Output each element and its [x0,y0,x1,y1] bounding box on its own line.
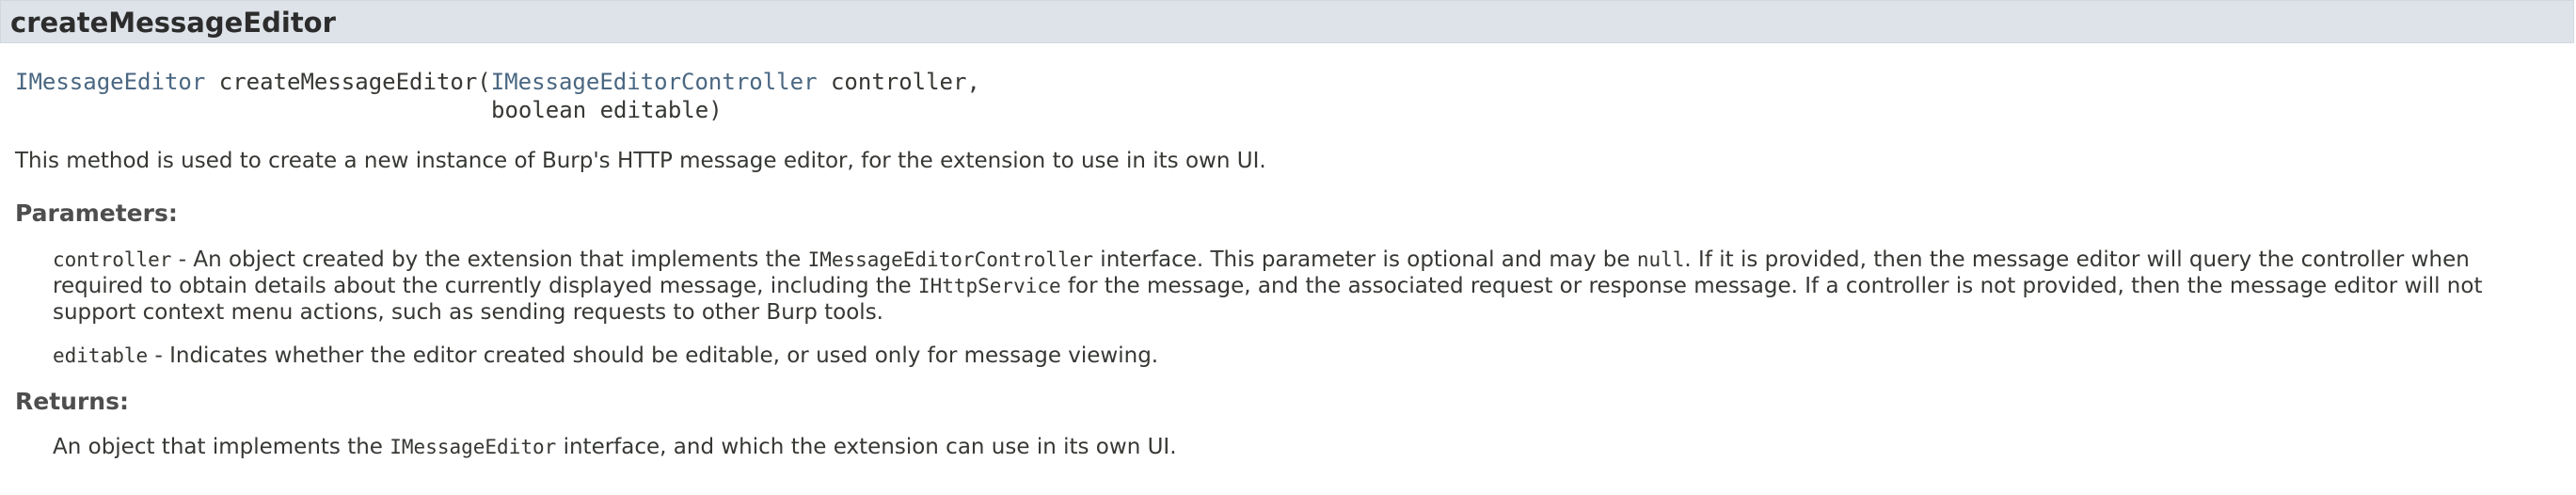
signature-line-2: boolean editable) [491,97,723,123]
returns-description: An object that implements the IMessageEd… [53,435,1177,459]
method-name-text: createMessageEditor( [218,69,491,95]
returns-heading: Returns: [15,388,129,415]
param-name: editable [53,344,149,367]
return-type-link[interactable]: IMessageEditor [15,69,205,95]
code-ref: IMessageEditorController [807,248,1093,271]
method-signature: IMessageEditor createMessageEditor(IMess… [15,68,980,124]
code-ref: IHttpService [917,275,1061,297]
parameter-editable: editable - Indicates whether the editor … [53,343,1159,368]
parameter-controller: controller - An object created by the ex… [53,248,2483,325]
method-title: createMessageEditor [10,7,336,39]
param-type-link[interactable]: IMessageEditorController [491,69,818,95]
parameters-heading: Parameters: [15,200,178,227]
code-ref: null [1636,248,1685,271]
method-header: createMessageEditor [0,0,2574,43]
method-description: This method is used to create a new inst… [15,149,1266,173]
param-name-text: controller, [817,69,980,95]
param-name: controller [53,248,172,271]
code-ref: IMessageEditor [390,436,557,458]
